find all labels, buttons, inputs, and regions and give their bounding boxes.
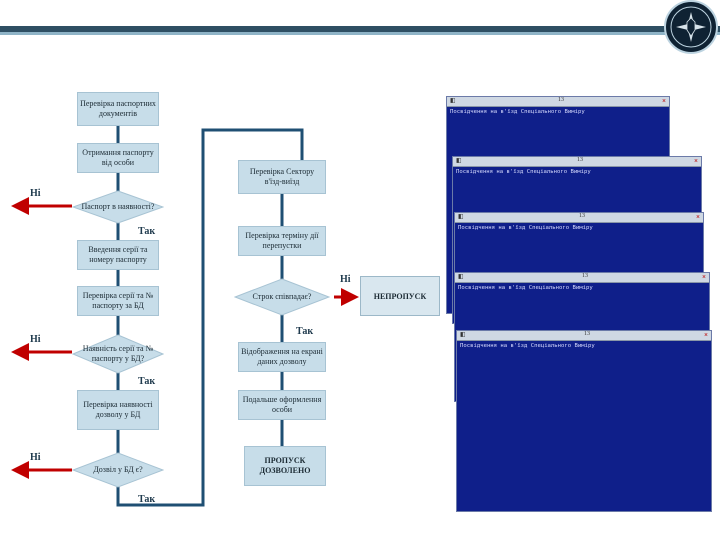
step-issue-permit-text: Подальше оформлення особи [242,395,322,414]
step-display-data: Відображення на екрані даних дозволу [238,342,326,372]
step-check-permit-text: Перевірка наявності дозволу у БД [83,400,153,419]
denied-box: НЕПРОПУСК [360,276,440,316]
decision-term-match-text: Строк співпадає? [252,292,312,301]
terminal-2-close-icon[interactable]: × [694,157,698,165]
denied-text: НЕПРОПУСК [373,291,427,301]
step-display-data-text: Відображення на екрані даних дозволу [241,347,323,366]
terminal-4-number: 13 [582,273,588,279]
step-check-validity: Перевірка терміну дії перепустки [238,226,326,256]
decision-permit-present-text: Дозвіл у БД є? [93,465,143,474]
step-get-passport: Отримання паспорту від особи [77,143,159,173]
terminal-1-icon: ◧ [450,98,456,104]
terminal-5-icon: ◧ [460,332,466,338]
decision-series-match: Наявність серії та № паспорту у БД? [72,334,164,374]
label-yes-1: Так [138,226,156,237]
terminal-1-number: 13 [558,97,564,103]
step-check-sector-text: Перевірка Сектору в'їзд-виїзд [249,167,315,186]
label-yes-3: Так [138,494,156,505]
step-check-docs-text: Перевірка паспортних документів [80,99,156,118]
label-yes-4: Так [296,326,314,337]
decision-term-match: Строк співпадає? [234,278,330,316]
label-no-2: Ні [30,334,41,345]
terminal-2-title: Посвідчення на в'їзд Спеціального Виміру [456,169,591,175]
step-check-permit: Перевірка наявності дозволу у БД [77,390,159,430]
step-enter-series-text: Введення серії та номеру паспорту [88,245,148,264]
terminal-1-close-icon[interactable]: × [662,97,666,105]
terminal-5-titlebar: ◧ 13 × [457,331,711,341]
step-check-docs: Перевірка паспортних документів [77,92,159,126]
terminal-5-number: 13 [584,331,590,337]
step-check-series-db: Перевірка серії та № паспорту за БД [77,286,159,316]
pass-allowed-box: ПРОПУСК ДОЗВОЛЕНО [244,446,326,486]
step-enter-series: Введення серії та номеру паспорту [77,240,159,270]
label-no-1: Ні [30,188,41,199]
step-check-sector: Перевірка Сектору в'їзд-виїзд [238,160,326,194]
terminal-5-title: Посвідчення на в'їзд Спеціального Виміру [460,343,595,349]
step-get-passport-text: Отримання паспорту від особи [82,148,154,167]
terminal-1-titlebar: ◧ 13 × [447,97,669,107]
terminal-5-close-icon[interactable]: × [704,331,708,339]
label-no-4: Ні [340,274,351,285]
decision-passport-present: Паспорт в наявності? [72,190,164,224]
terminal-2-titlebar: ◧ 13 × [453,157,701,167]
label-no-3: Ні [30,452,41,463]
terminal-4-titlebar: ◧ 13 × [455,273,709,283]
step-check-series-db-text: Перевірка серії та № паспорту за БД [82,291,154,310]
terminal-4-close-icon[interactable]: × [702,273,706,281]
terminal-window-5: ◧ 13 × Посвідчення на в'їзд Спеціального… [456,330,712,512]
step-check-validity-text: Перевірка терміну дії перепустки [245,231,319,250]
decision-permit-present: Дозвіл у БД є? [72,452,164,488]
terminal-3-close-icon[interactable]: × [696,213,700,221]
decision-passport-present-text: Паспорт в наявності? [81,202,155,211]
decision-series-match-text: Наявність серії та № паспорту у БД? [82,344,154,363]
terminal-3-number: 13 [579,213,585,219]
terminal-3-icon: ◧ [458,214,464,220]
terminal-1-title: Посвідчення на в'їзд Спеціального Виміру [450,109,585,115]
terminal-3-titlebar: ◧ 13 × [455,213,703,223]
label-yes-2: Так [138,376,156,387]
terminal-2-number: 13 [577,157,583,163]
terminal-3-title: Посвідчення на в'їзд Спеціального Виміру [458,225,593,231]
step-issue-permit: Подальше оформлення особи [238,390,326,420]
terminal-4-icon: ◧ [458,274,464,280]
terminal-4-title: Посвідчення на в'їзд Спеціального Виміру [458,285,593,291]
pass-allowed-text: ПРОПУСК ДОЗВОЛЕНО [259,456,311,475]
terminal-2-icon: ◧ [456,158,462,164]
